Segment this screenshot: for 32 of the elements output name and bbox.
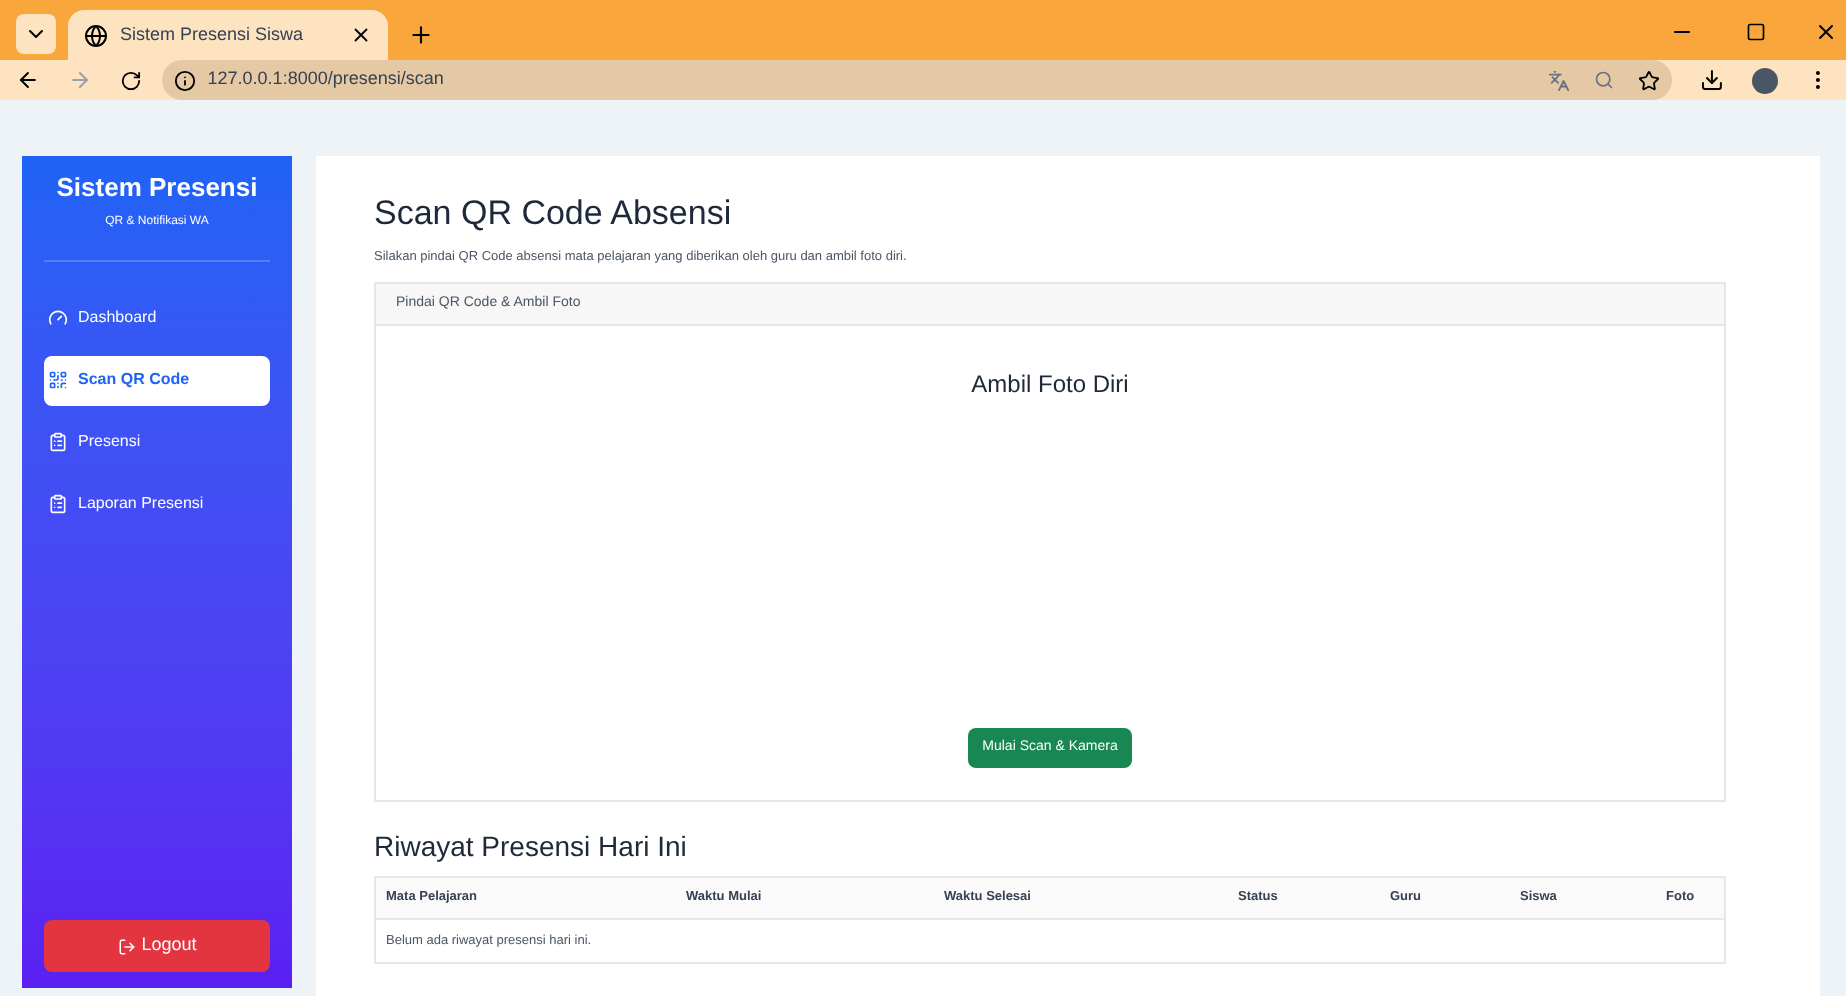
sidebar-title: Sistem Presensi bbox=[54, 170, 260, 206]
sidebar-item[interactable]: Laporan Presensi bbox=[44, 479, 270, 529]
sidebar-item[interactable]: Presensi bbox=[44, 417, 270, 467]
clipboard-icon bbox=[48, 494, 68, 514]
new-tab-icon[interactable] bbox=[408, 22, 434, 48]
address-field[interactable]: 127.0.0.1:8000/presensi/scan bbox=[161, 60, 1673, 100]
maximize-icon[interactable] bbox=[1746, 22, 1766, 42]
tab-list-button[interactable] bbox=[16, 14, 56, 54]
close-window-icon[interactable] bbox=[1814, 20, 1838, 44]
gauge-icon bbox=[48, 308, 68, 328]
close-icon[interactable] bbox=[350, 24, 372, 46]
back-icon[interactable] bbox=[16, 68, 40, 92]
star-icon bbox=[1638, 69, 1661, 91]
download-icon[interactable] bbox=[1700, 68, 1725, 92]
info-icon bbox=[173, 69, 196, 91]
zoom-icon bbox=[1594, 70, 1615, 90]
camera-heading: Ambil Foto Diri bbox=[969, 368, 1131, 403]
sidebar-item[interactable]: Scan QR Code bbox=[44, 355, 270, 405]
page-title: Scan QR Code Absensi bbox=[374, 192, 734, 236]
logout-button[interactable]: Logout bbox=[44, 920, 270, 972]
globe-icon bbox=[84, 23, 108, 47]
history-title: Riwayat Presensi Hari Ini bbox=[374, 828, 689, 867]
browser-tab[interactable]: Sistem Presensi Siswa bbox=[68, 10, 388, 60]
reload-icon[interactable] bbox=[119, 69, 142, 91]
logout-icon bbox=[117, 937, 136, 955]
clipboard-icon bbox=[48, 432, 68, 452]
qr-code-icon bbox=[48, 370, 68, 390]
tab-title: Sistem Presensi Siswa bbox=[120, 21, 306, 48]
url-text: 127.0.0.1:8000/presensi/scan bbox=[207, 66, 446, 93]
translate-icon bbox=[1548, 69, 1571, 91]
profile-avatar[interactable] bbox=[1752, 67, 1779, 93]
sidebar-item[interactable]: Dashboard bbox=[44, 293, 270, 343]
